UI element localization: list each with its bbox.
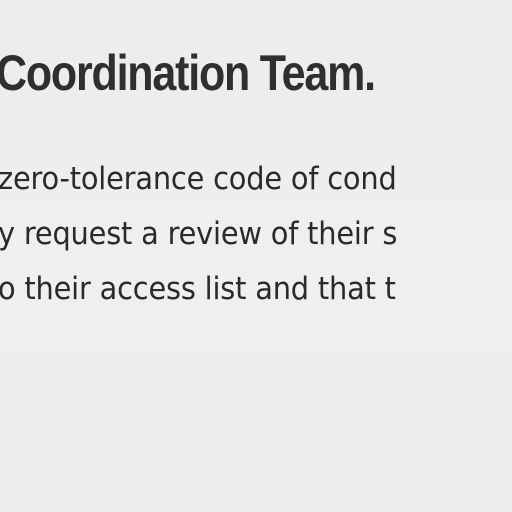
body-text-line-3: o their access list and that t <box>0 271 396 307</box>
document-page: Coordination Team. zero-tolerance code o… <box>0 0 512 512</box>
body-text-line-2: y request a review of their s <box>0 216 398 252</box>
section-heading: Coordination Team. <box>0 45 376 101</box>
body-text-line-1: zero-tolerance code of cond <box>0 161 397 197</box>
